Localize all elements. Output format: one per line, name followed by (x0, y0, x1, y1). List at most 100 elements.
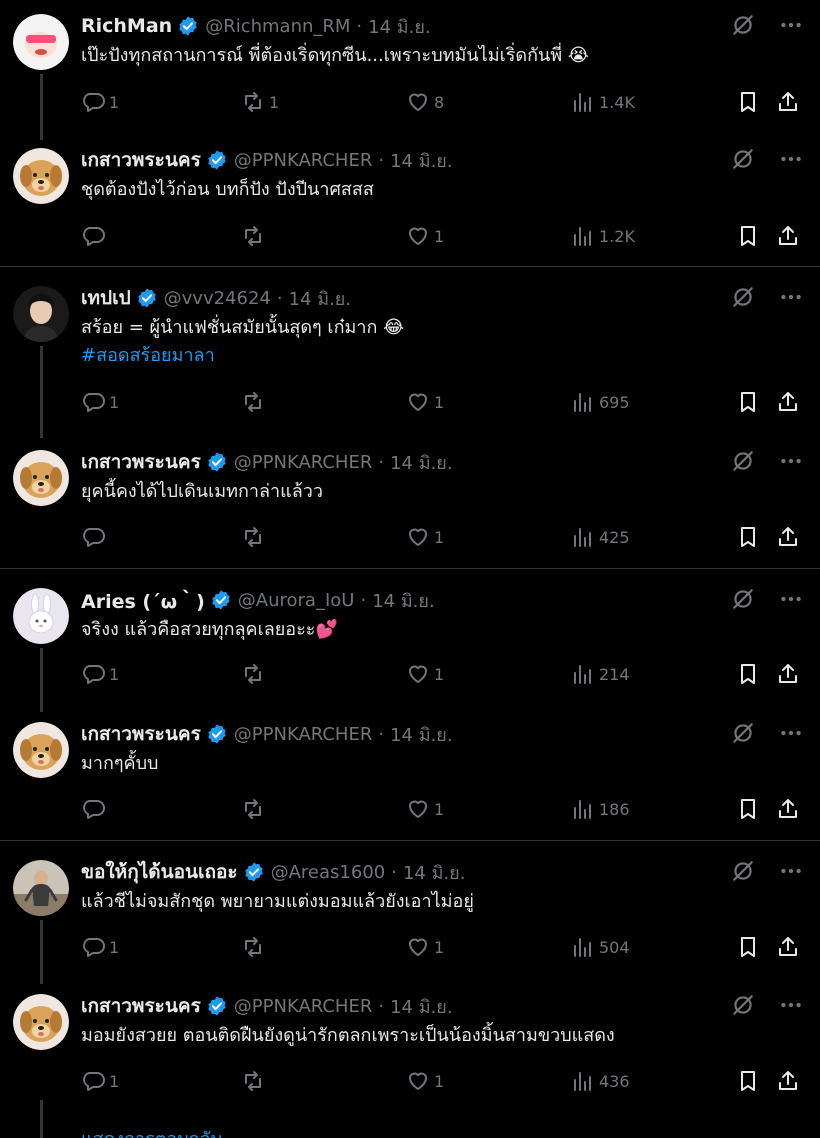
user-handle[interactable]: @PPNKARCHER (234, 724, 373, 745)
bookmark-button[interactable] (736, 221, 764, 251)
views-button[interactable]: 425 (571, 522, 630, 552)
bookmark-button[interactable] (736, 522, 764, 552)
more-options-icon[interactable] (778, 586, 804, 612)
display-name[interactable]: เกสาวพระนคร (81, 719, 201, 749)
richman-avatar-icon[interactable] (13, 14, 69, 70)
bookmark-button[interactable] (736, 1066, 764, 1096)
user-handle[interactable]: @PPNKARCHER (234, 452, 373, 473)
share-button[interactable] (776, 794, 804, 824)
like-button[interactable]: 1 (406, 387, 444, 417)
like-button[interactable]: 1 (406, 659, 444, 689)
tweet-date[interactable]: 14 มิ.ย. (372, 586, 434, 615)
tweet-date[interactable]: 14 มิ.ย. (368, 12, 430, 41)
like-button[interactable]: 1 (406, 794, 444, 824)
grok-icon[interactable] (730, 586, 756, 612)
tweet-date[interactable]: 14 มิ.ย. (390, 992, 452, 1021)
retweet-button[interactable]: 1 (241, 87, 279, 117)
hashtag-link[interactable]: #สอดสร้อยมาลา (81, 342, 404, 370)
display-name[interactable]: เกสาวพระนคร (81, 447, 201, 477)
more-options-icon[interactable] (778, 858, 804, 884)
user-handle[interactable]: @PPNKARCHER (234, 996, 373, 1017)
retweet-button[interactable] (241, 932, 269, 962)
views-button[interactable]: 436 (571, 1066, 630, 1096)
tweet[interactable]: เกสาวพระนคร @PPNKARCHER · 14 มิ.ย. มากๆค… (0, 708, 820, 838)
reply-button[interactable] (81, 221, 109, 251)
display-name[interactable]: ขอให้กุได้นอนเถอะ (81, 857, 238, 887)
dog-avatar-icon[interactable] (13, 148, 69, 204)
display-name[interactable]: เกสาวพระนคร (81, 145, 201, 175)
bookmark-button[interactable] (736, 387, 764, 417)
person-avatar-icon[interactable] (13, 286, 69, 342)
grok-icon[interactable] (730, 992, 756, 1018)
figure-avatar-icon[interactable] (13, 860, 69, 916)
share-button[interactable] (776, 1066, 804, 1096)
retweet-button[interactable] (241, 1066, 269, 1096)
user-handle[interactable]: @Richmann_RM (205, 16, 350, 37)
share-button[interactable] (776, 522, 804, 552)
retweet-button[interactable] (241, 659, 269, 689)
dog-avatar-icon[interactable] (13, 994, 69, 1050)
like-button[interactable]: 8 (406, 87, 444, 117)
grok-icon[interactable] (730, 720, 756, 746)
share-button[interactable] (776, 87, 804, 117)
bookmark-button[interactable] (736, 794, 764, 824)
dog-avatar-icon[interactable] (13, 722, 69, 778)
display-name[interactable]: เทปเป (81, 283, 131, 313)
views-button[interactable]: 186 (571, 794, 630, 824)
grok-icon[interactable] (730, 146, 756, 172)
dog-avatar-icon[interactable] (13, 450, 69, 506)
like-button[interactable]: 1 (406, 221, 444, 251)
views-button[interactable]: 214 (571, 659, 630, 689)
reply-button[interactable]: 1 (81, 932, 119, 962)
bookmark-button[interactable] (736, 932, 764, 962)
more-options-icon[interactable] (778, 720, 804, 746)
bookmark-button[interactable] (736, 659, 764, 689)
show-replies-link[interactable]: แสดงการตอบกลับ (81, 1124, 222, 1138)
reply-button[interactable]: 1 (81, 1066, 119, 1096)
grok-icon[interactable] (730, 284, 756, 310)
retweet-button[interactable] (241, 387, 269, 417)
more-options-icon[interactable] (778, 146, 804, 172)
tweet[interactable]: Aries (´ω｀) @Aurora_IoU · 14 มิ.ย. จริงง… (0, 574, 820, 712)
share-button[interactable] (776, 387, 804, 417)
views-button[interactable]: 695 (571, 387, 630, 417)
retweet-button[interactable] (241, 221, 269, 251)
grok-icon[interactable] (730, 12, 756, 38)
views-button[interactable]: 1.2K (571, 221, 635, 251)
views-button[interactable]: 504 (571, 932, 630, 962)
reply-button[interactable]: 1 (81, 387, 119, 417)
user-handle[interactable]: @vvv24624 (164, 288, 271, 309)
bunny-avatar-icon[interactable] (13, 588, 69, 644)
share-button[interactable] (776, 932, 804, 962)
tweet[interactable]: RichMan @Richmann_RM · 14 มิ.ย. เป๊ะปังท… (0, 0, 820, 140)
like-button[interactable]: 1 (406, 522, 444, 552)
tweet-date[interactable]: 14 มิ.ย. (390, 146, 452, 175)
tweet[interactable]: ขอให้กุได้นอนเถอะ @Areas1600 · 14 มิ.ย. … (0, 846, 820, 984)
share-button[interactable] (776, 659, 804, 689)
tweet[interactable]: เกสาวพระนคร @PPNKARCHER · 14 มิ.ย. มอมยั… (0, 980, 820, 1138)
tweet-date[interactable]: 14 มิ.ย. (403, 858, 465, 887)
tweet-date[interactable]: 14 มิ.ย. (390, 448, 452, 477)
more-options-icon[interactable] (778, 992, 804, 1018)
display-name[interactable]: Aries (´ω｀) (81, 587, 205, 614)
display-name[interactable]: RichMan (81, 15, 172, 37)
tweet[interactable]: เกสาวพระนคร @PPNKARCHER · 14 มิ.ย. ยุคนี… (0, 436, 820, 568)
user-handle[interactable]: @Aurora_IoU (238, 590, 355, 611)
retweet-button[interactable] (241, 794, 269, 824)
more-options-icon[interactable] (778, 448, 804, 474)
views-button[interactable]: 1.4K (571, 87, 635, 117)
more-options-icon[interactable] (778, 12, 804, 38)
reply-button[interactable] (81, 522, 109, 552)
share-button[interactable] (776, 221, 804, 251)
like-button[interactable]: 1 (406, 932, 444, 962)
reply-button[interactable] (81, 794, 109, 824)
tweet-date[interactable]: 14 มิ.ย. (390, 720, 452, 749)
reply-button[interactable]: 1 (81, 87, 119, 117)
bookmark-button[interactable] (736, 87, 764, 117)
user-handle[interactable]: @Areas1600 (271, 862, 386, 883)
reply-button[interactable]: 1 (81, 659, 119, 689)
like-button[interactable]: 1 (406, 1066, 444, 1096)
tweet[interactable]: เกสาวพระนคร @PPNKARCHER · 14 มิ.ย. ชุดต้… (0, 134, 820, 266)
tweet-date[interactable]: 14 มิ.ย. (289, 284, 351, 313)
display-name[interactable]: เกสาวพระนคร (81, 991, 201, 1021)
